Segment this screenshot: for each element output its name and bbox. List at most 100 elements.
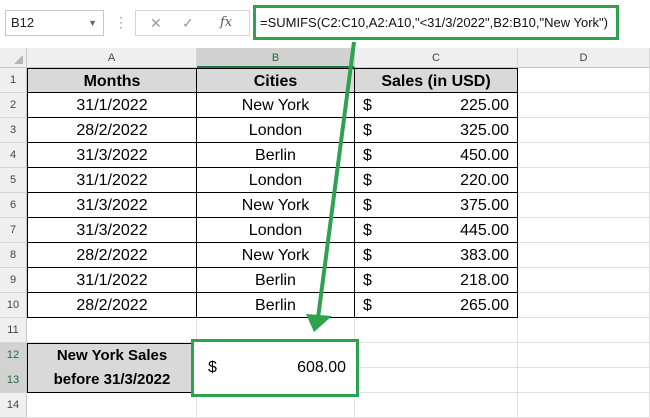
- insert-function-icon[interactable]: fx: [220, 11, 232, 35]
- sales-cell[interactable]: $325.00: [355, 118, 518, 143]
- grid-cell[interactable]: [355, 368, 518, 393]
- sales-amount: 225.00: [460, 97, 509, 114]
- row-header-2[interactable]: 2: [0, 93, 27, 118]
- month-cell[interactable]: 31/3/2022: [27, 193, 197, 218]
- currency-symbol: $: [363, 147, 372, 164]
- currency-symbol: $: [363, 272, 372, 289]
- name-box-value: B12: [11, 15, 35, 30]
- sales-cell[interactable]: $265.00: [355, 293, 518, 318]
- city-cell[interactable]: London: [197, 118, 355, 143]
- header-months[interactable]: Months: [27, 68, 197, 93]
- column-header-d[interactable]: D: [518, 48, 650, 68]
- grid-cell[interactable]: [355, 318, 518, 343]
- row-header-9[interactable]: 9: [0, 268, 27, 293]
- sales-amount: 265.00: [460, 297, 509, 314]
- city-cell[interactable]: Berlin: [197, 268, 355, 293]
- row-header-10[interactable]: 10: [0, 293, 27, 318]
- city-cell[interactable]: London: [197, 168, 355, 193]
- grid-cell[interactable]: [518, 168, 650, 193]
- grid-cell[interactable]: [518, 68, 650, 93]
- check-icon[interactable]: ✓: [182, 11, 194, 35]
- month-cell[interactable]: 28/2/2022: [27, 118, 197, 143]
- row-header-8[interactable]: 8: [0, 243, 27, 268]
- currency-symbol: $: [363, 197, 372, 214]
- column-header-b[interactable]: B: [197, 48, 355, 68]
- grid-cell[interactable]: [518, 318, 650, 343]
- header-sales[interactable]: Sales (in USD): [355, 68, 518, 93]
- cancel-icon[interactable]: ✕: [150, 11, 162, 35]
- formula-bar: B12 ▼ ⋮ ✕ ✓ fx =SUMIFS(C2:C10,A2:A10,"<3…: [0, 0, 650, 48]
- row-header-12[interactable]: 12: [0, 343, 27, 368]
- sales-cell[interactable]: $383.00: [355, 243, 518, 268]
- sales-amount: 450.00: [460, 147, 509, 164]
- row-header-6[interactable]: 6: [0, 193, 27, 218]
- city-cell[interactable]: London: [197, 218, 355, 243]
- result-label-line2: before 31/3/2022: [53, 371, 171, 388]
- sales-cell[interactable]: $450.00: [355, 143, 518, 168]
- grid-cell[interactable]: [518, 118, 650, 143]
- month-cell[interactable]: 31/1/2022: [27, 93, 197, 118]
- vertical-dots-icon: ⋮: [114, 14, 128, 30]
- row-header-4[interactable]: 4: [0, 143, 27, 168]
- month-cell[interactable]: 31/3/2022: [27, 218, 197, 243]
- month-cell[interactable]: 31/3/2022: [27, 143, 197, 168]
- grid-cell[interactable]: [27, 393, 197, 418]
- result-cell[interactable]: $608.00: [191, 339, 359, 397]
- city-cell[interactable]: New York: [197, 93, 355, 118]
- grid-cell[interactable]: [518, 293, 650, 318]
- grid-cell[interactable]: [518, 243, 650, 268]
- sales-amount: 375.00: [460, 197, 509, 214]
- month-cell[interactable]: 28/2/2022: [27, 293, 197, 318]
- result-label[interactable]: New York Sales before 31/3/2022: [27, 343, 197, 393]
- currency-symbol: $: [363, 247, 372, 264]
- grid-cell[interactable]: [518, 268, 650, 293]
- currency-symbol: $: [363, 297, 372, 314]
- row-header-1[interactable]: 1: [0, 68, 27, 93]
- sales-amount: 325.00: [460, 122, 509, 139]
- chevron-down-icon[interactable]: ▼: [88, 11, 97, 35]
- select-all-button[interactable]: [0, 48, 27, 68]
- row-header-14[interactable]: 14: [0, 393, 27, 418]
- sales-amount: 383.00: [460, 247, 509, 264]
- city-cell[interactable]: New York: [197, 243, 355, 268]
- column-header-c[interactable]: C: [355, 48, 518, 68]
- grid-cell[interactable]: [518, 368, 650, 393]
- result-value: 608.00: [297, 359, 346, 376]
- city-cell[interactable]: Berlin: [197, 143, 355, 168]
- header-cities[interactable]: Cities: [197, 68, 355, 93]
- grid-cell[interactable]: [518, 143, 650, 168]
- column-header-a[interactable]: A: [27, 48, 197, 68]
- grid-cell[interactable]: [355, 393, 518, 418]
- row-header-5[interactable]: 5: [0, 168, 27, 193]
- currency-symbol: $: [363, 97, 372, 114]
- formula-buttons: ✕ ✓ fx: [135, 10, 250, 36]
- sales-amount: 218.00: [460, 272, 509, 289]
- sales-cell[interactable]: $218.00: [355, 268, 518, 293]
- row-header-13[interactable]: 13: [0, 368, 27, 393]
- grid-cell[interactable]: [518, 93, 650, 118]
- grid-cell[interactable]: [518, 343, 650, 368]
- grid-cell[interactable]: [518, 193, 650, 218]
- month-cell[interactable]: 31/1/2022: [27, 168, 197, 193]
- sales-cell[interactable]: $375.00: [355, 193, 518, 218]
- sales-cell[interactable]: $220.00: [355, 168, 518, 193]
- sales-cell[interactable]: $445.00: [355, 218, 518, 243]
- row-header-3[interactable]: 3: [0, 118, 27, 143]
- month-cell[interactable]: 28/2/2022: [27, 243, 197, 268]
- row-header-11[interactable]: 11: [0, 318, 27, 343]
- name-box[interactable]: B12 ▼: [5, 10, 104, 36]
- grid-cell[interactable]: [355, 343, 518, 368]
- sales-cell[interactable]: $225.00: [355, 93, 518, 118]
- currency-symbol: $: [363, 122, 372, 139]
- result-currency: $: [208, 359, 217, 376]
- formula-input[interactable]: =SUMIFS(C2:C10,A2:A10,"<31/3/2022",B2:B1…: [253, 5, 619, 40]
- month-cell[interactable]: 31/1/2022: [27, 268, 197, 293]
- grid-cell[interactable]: [27, 318, 197, 343]
- grid-cell[interactable]: [518, 218, 650, 243]
- sales-amount: 445.00: [460, 222, 509, 239]
- currency-symbol: $: [363, 172, 372, 189]
- city-cell[interactable]: New York: [197, 193, 355, 218]
- city-cell[interactable]: Berlin: [197, 293, 355, 318]
- grid-cell[interactable]: [518, 393, 650, 418]
- row-header-7[interactable]: 7: [0, 218, 27, 243]
